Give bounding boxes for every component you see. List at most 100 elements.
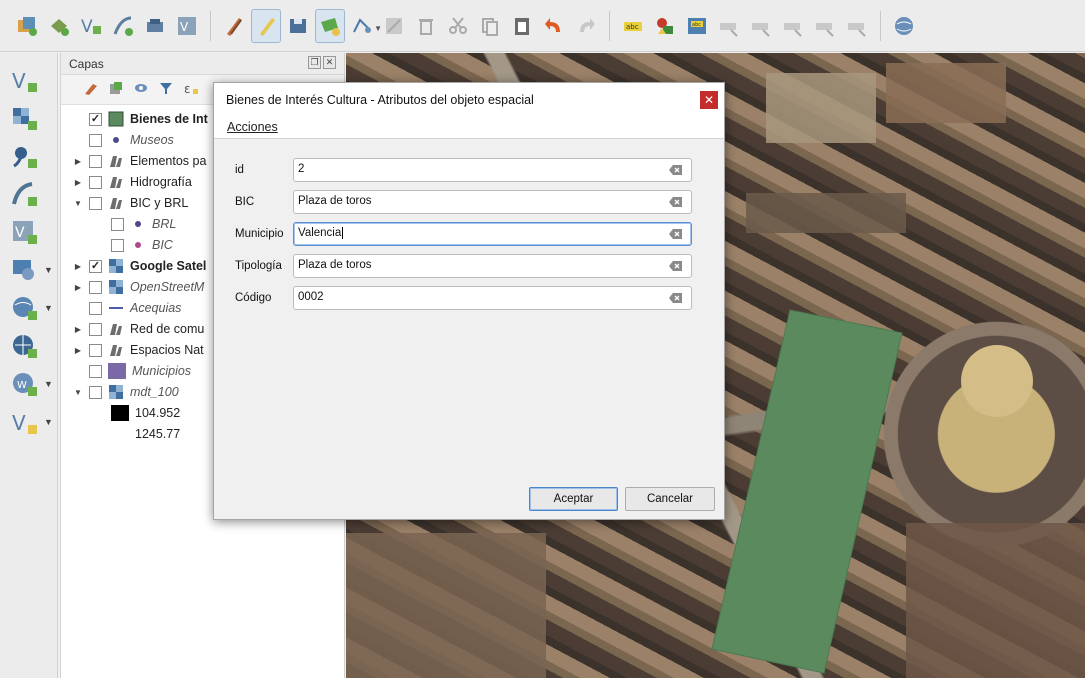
legend-row-max: 104.952 <box>111 403 180 423</box>
label-show-icon <box>810 9 840 43</box>
add-raster-icon[interactable] <box>8 103 42 135</box>
layer-checkbox[interactable] <box>89 301 102 315</box>
id-field[interactable]: 2 <box>293 158 692 182</box>
add-wcs-icon[interactable] <box>8 331 42 363</box>
clear-field-icon[interactable] <box>669 292 683 304</box>
toggle-edit-icon[interactable] <box>251 8 281 43</box>
clear-field-icon[interactable] <box>669 260 683 272</box>
visibility-icon[interactable] <box>133 80 149 99</box>
clear-field-icon[interactable] <box>669 228 683 240</box>
add-wfs-icon[interactable] <box>8 293 42 325</box>
node-tool-icon[interactable]: ▼ <box>347 9 382 43</box>
add-wms-icon[interactable] <box>8 255 42 287</box>
layers-manager-icon[interactable] <box>44 9 74 43</box>
float-panel-button[interactable]: ❐ <box>308 56 321 69</box>
add-line-icon[interactable] <box>8 179 42 211</box>
label-pin-icon[interactable] <box>650 9 680 43</box>
layer-row-bic[interactable]: BIC <box>111 235 173 255</box>
clear-field-icon[interactable] <box>669 196 683 208</box>
paste-icon[interactable] <box>507 9 537 43</box>
layer-checkbox[interactable] <box>89 196 102 210</box>
accept-button[interactable]: Aceptar <box>529 487 618 511</box>
layer-checkbox[interactable]: ✓ <box>89 112 102 126</box>
layer-row-hidrografia[interactable]: ▶ Hidrografía <box>73 172 192 192</box>
label-icon[interactable]: abc <box>618 9 648 43</box>
style-icon[interactable] <box>83 80 99 99</box>
layer-checkbox[interactable] <box>89 364 102 378</box>
add-wms-globe-icon[interactable]: W <box>8 369 42 401</box>
layer-row-museos[interactable]: Museos <box>73 130 174 150</box>
layer-checkbox[interactable] <box>89 385 102 399</box>
vector-icon[interactable]: V <box>172 9 202 43</box>
pencil-icon[interactable] <box>219 9 249 43</box>
wfs-dropdown-caret[interactable]: ▼ <box>44 303 53 313</box>
add-point-icon[interactable] <box>8 141 42 173</box>
selected-feature-polygon[interactable] <box>711 309 903 674</box>
municipio-field[interactable]: Valencia <box>293 222 692 246</box>
polygon-layer-icon <box>108 111 124 127</box>
field-label: id <box>235 164 244 176</box>
layer-row-municipios[interactable]: Municipios <box>73 361 191 381</box>
vector-dropdown-caret[interactable]: ▼ <box>44 417 53 427</box>
layer-row-elementos[interactable]: ▶ Elementos pa <box>73 151 207 171</box>
undo-icon[interactable] <box>539 9 569 43</box>
layer-row-osm[interactable]: ▶ OpenStreetM <box>73 277 204 297</box>
field-label: Tipología <box>235 260 282 272</box>
expression-filter-icon[interactable]: ε <box>183 80 199 99</box>
collapse-icon[interactable]: ▼ <box>73 199 83 208</box>
layer-checkbox[interactable] <box>89 343 102 357</box>
layer-row-brl[interactable]: BRL <box>111 214 176 234</box>
expand-icon[interactable]: ▶ <box>73 262 83 271</box>
add-vector-icon[interactable]: V <box>8 65 42 97</box>
digitize-icon[interactable] <box>108 9 138 43</box>
wms-globe-dropdown-caret[interactable]: ▼ <box>44 379 53 389</box>
layer-checkbox[interactable] <box>89 322 102 336</box>
layer-checkbox[interactable] <box>111 238 124 252</box>
clear-field-icon[interactable] <box>669 164 683 176</box>
layer-checkbox[interactable]: ✓ <box>89 259 102 273</box>
save-icon[interactable] <box>140 9 170 43</box>
layers-db-icon[interactable] <box>12 9 42 43</box>
filter-icon[interactable] <box>158 80 174 99</box>
add-polygon-icon[interactable]: V <box>8 217 42 249</box>
wms-dropdown-caret[interactable]: ▼ <box>44 265 53 275</box>
add-feature-icon[interactable] <box>315 8 345 43</box>
field-row-id: id 2 <box>214 157 724 183</box>
cut-icon <box>443 9 473 43</box>
layer-checkbox[interactable] <box>89 154 102 168</box>
layer-row-google[interactable]: ▶ ✓ Google Satel <box>73 256 206 276</box>
expand-icon[interactable]: ▶ <box>73 346 83 355</box>
label-style-icon[interactable]: abc <box>682 9 712 43</box>
layer-checkbox[interactable] <box>89 175 102 189</box>
expand-icon[interactable]: ▶ <box>73 178 83 187</box>
close-panel-button[interactable]: ✕ <box>323 56 336 69</box>
collapse-icon[interactable]: ▼ <box>73 388 83 397</box>
expand-icon[interactable]: ▶ <box>73 157 83 166</box>
expand-icon[interactable]: ▶ <box>73 283 83 292</box>
layer-checkbox[interactable] <box>89 133 102 147</box>
add-vector-dropdown-icon[interactable]: V <box>8 407 42 439</box>
layer-row-mdt[interactable]: ▼ mdt_100 <box>73 382 179 402</box>
layer-row-bienes[interactable]: ✓ Bienes de Int <box>73 109 208 129</box>
close-icon[interactable]: ✕ <box>700 91 718 109</box>
tipologia-field[interactable]: Plaza de toros <box>293 254 692 278</box>
field-value: Plaza de toros <box>298 195 372 207</box>
layer-row-acequias[interactable]: Acequias <box>73 298 181 318</box>
layers-panel-header: Capas ❐ ✕ <box>61 53 344 75</box>
save-edits-icon[interactable] <box>283 9 313 43</box>
layer-row-bic-brl[interactable]: ▼ BIC y BRL <box>73 193 188 213</box>
add-group-icon[interactable] <box>108 80 124 99</box>
layer-checkbox[interactable] <box>89 280 102 294</box>
bic-field[interactable]: Plaza de toros <box>293 190 692 214</box>
field-label: Municipio <box>235 228 284 240</box>
layer-row-espacios[interactable]: ▶ Espacios Nat <box>73 340 204 360</box>
codigo-field[interactable]: 0002 <box>293 286 692 310</box>
globe-icon[interactable] <box>889 9 919 43</box>
new-vector-layer-icon[interactable]: V <box>76 9 106 43</box>
cancel-button[interactable]: Cancelar <box>625 487 715 511</box>
layer-row-red[interactable]: ▶ Red de comu <box>73 319 204 339</box>
group-folder-icon <box>110 198 122 209</box>
layer-checkbox[interactable] <box>111 217 124 231</box>
expand-icon[interactable]: ▶ <box>73 325 83 334</box>
menu-acciones[interactable]: Acciones <box>227 120 278 134</box>
